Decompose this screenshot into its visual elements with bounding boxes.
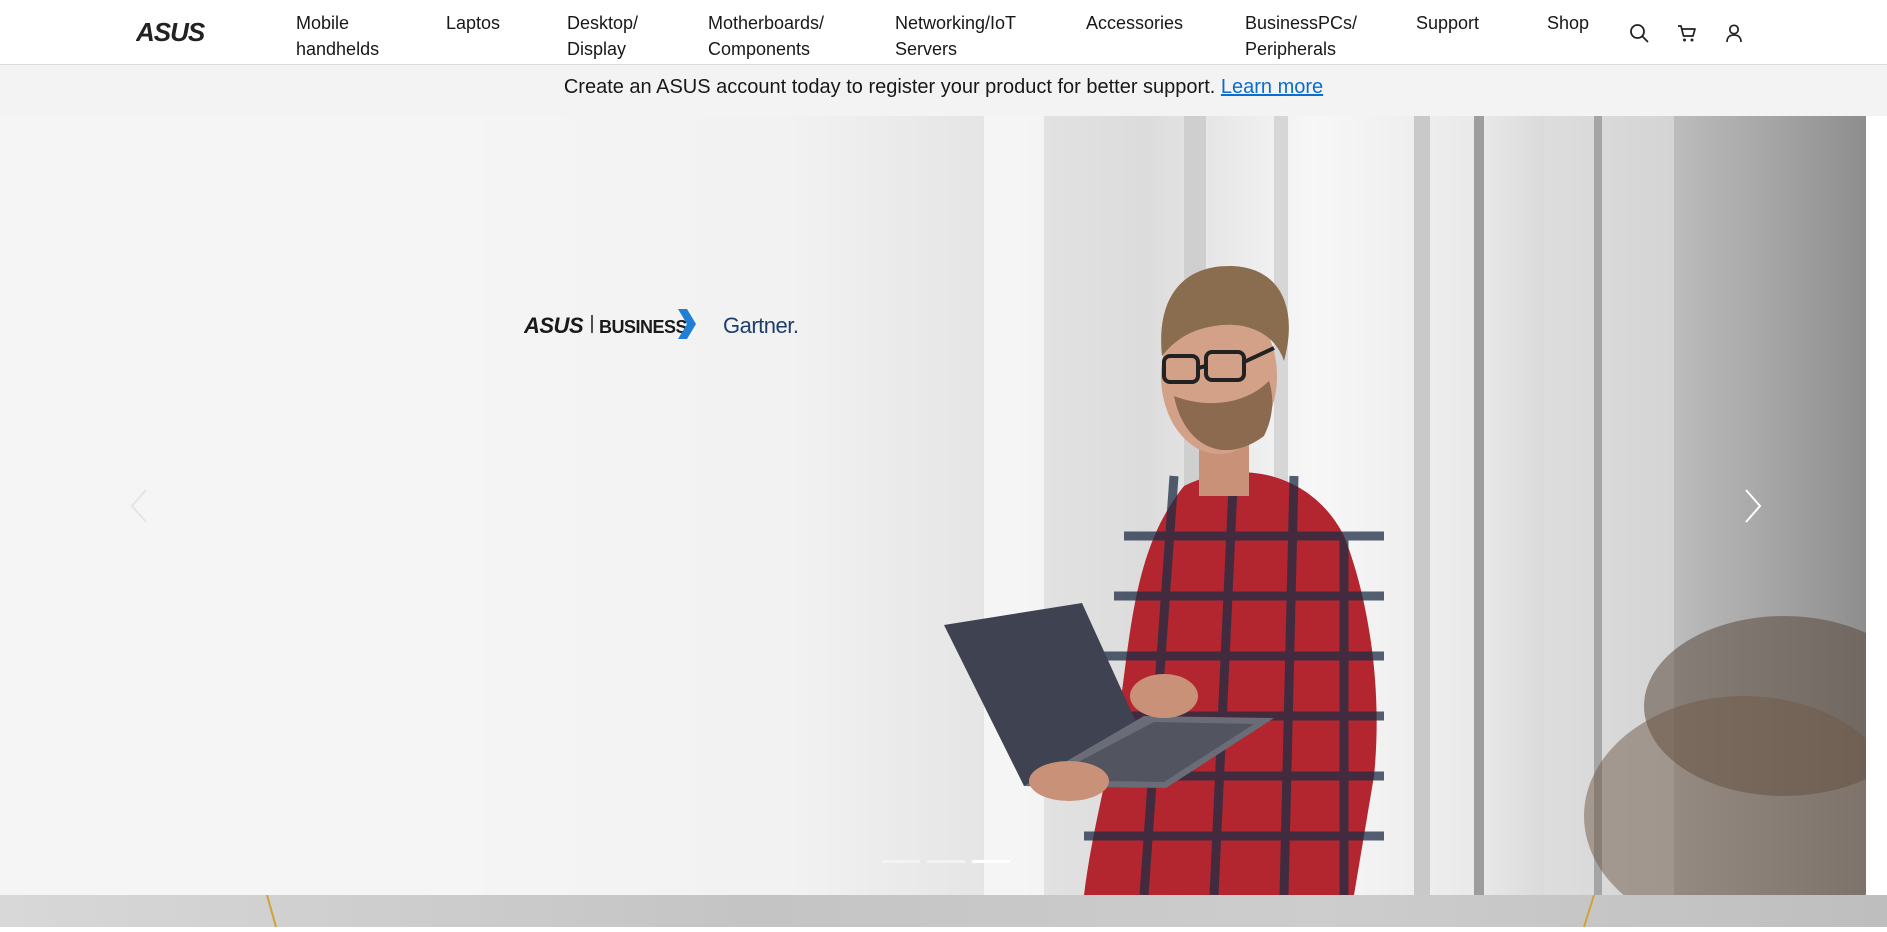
nav-networking-servers[interactable]: Networking/IoT Servers	[895, 10, 1016, 62]
account-icon[interactable]	[1723, 22, 1745, 44]
nav-accessories[interactable]: Accessories	[1086, 10, 1183, 36]
nav-support[interactable]: Support	[1416, 10, 1479, 36]
hero-illustration	[944, 116, 1866, 895]
hero-left-fill	[0, 116, 484, 895]
search-icon[interactable]	[1628, 22, 1650, 44]
nav-mobile-handhelds[interactable]: Mobile handhelds	[296, 10, 379, 62]
gold-accent-lines	[266, 894, 1595, 928]
carousel-prev-arrow[interactable]	[122, 486, 158, 526]
asus-logo[interactable]: ASUS	[136, 20, 226, 44]
top-nav: ASUS Mobile handhelds Laptos Desktop/ Di…	[0, 0, 1887, 65]
learn-more-link[interactable]: Learn more	[1221, 76, 1323, 98]
cart-icon[interactable]	[1676, 22, 1698, 44]
nav-motherboards-components[interactable]: Motherboards/ Components	[708, 10, 824, 62]
next-section-preview	[0, 894, 1887, 928]
carousel-dot-2[interactable]	[927, 860, 965, 863]
hero-banner-image[interactable]	[484, 116, 1866, 895]
svg-text:Gartner.: Gartner.	[723, 313, 798, 338]
carousel-dot-1[interactable]	[882, 860, 920, 863]
carousel-next-arrow[interactable]	[1734, 486, 1770, 526]
nav-desktop-display[interactable]: Desktop/ Display	[567, 10, 638, 62]
svg-text:BUSINESS: BUSINESS	[599, 317, 688, 337]
notice-text: Create an ASUS account today to register…	[563, 76, 1221, 98]
carousel-dot-3[interactable]	[972, 860, 1010, 863]
hero-brand-row: ASUS BUSINESS Gartner.	[523, 303, 824, 343]
asus-business-gartner-logos: ASUS BUSINESS Gartner.	[523, 309, 799, 339]
svg-text:ASUS: ASUS	[524, 313, 584, 338]
nav-business-pcs-peripherals[interactable]: BusinessPCs/ Peripherals	[1245, 10, 1357, 62]
nav-laptops[interactable]: Laptos	[446, 10, 500, 36]
account-notice-bar: Create an ASUS account today to register…	[0, 65, 1887, 116]
hero-right-edge	[1866, 116, 1887, 895]
svg-text:ASUS: ASUS	[136, 20, 206, 44]
nav-shop[interactable]: Shop	[1547, 10, 1589, 36]
